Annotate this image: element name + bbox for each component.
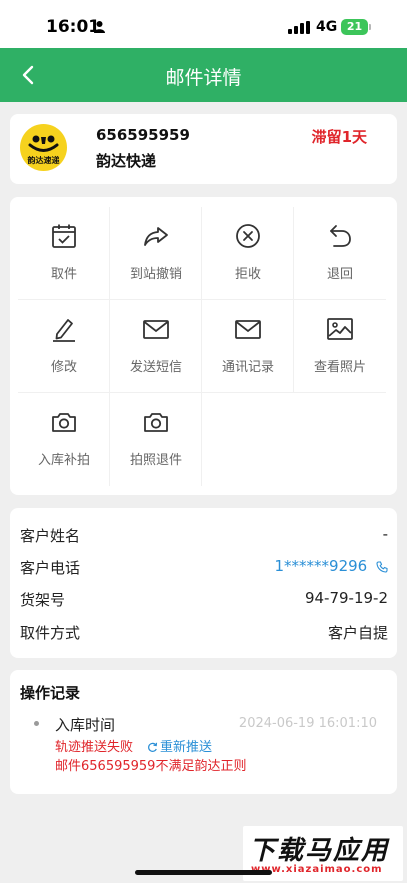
info-row-name: 客户姓名 - bbox=[20, 525, 388, 549]
signal-icon bbox=[288, 21, 310, 34]
customer-phone-value: 1******9296 bbox=[274, 557, 368, 575]
info-row-shelf: 货架号 94-79-19-2 bbox=[20, 589, 388, 613]
log-title: 操作记录 bbox=[20, 684, 81, 702]
push-failed-text: 轨迹推送失败 bbox=[55, 740, 134, 755]
camera-icon bbox=[144, 413, 168, 432]
log-event: 入库时间 bbox=[55, 716, 116, 734]
status-time: 16:01 bbox=[46, 17, 101, 37]
retry-push-label: 重新推送 bbox=[160, 740, 213, 755]
person-icon bbox=[94, 21, 105, 33]
info-row-pickup: 取件方式 客户自提 bbox=[20, 622, 388, 646]
customer-name-value: - bbox=[382, 525, 388, 543]
battery-tip bbox=[369, 24, 371, 30]
action-label: 拒收 bbox=[234, 267, 261, 282]
action-label: 取件 bbox=[50, 267, 77, 282]
status-bar: 16:01 4G 21 bbox=[0, 0, 407, 48]
battery-icon: 21 bbox=[341, 19, 368, 35]
pencil-icon bbox=[53, 319, 75, 342]
pickup-method-label: 取件方式 bbox=[20, 624, 81, 642]
parcel-card: 韵达速递 656595959 韵达快递 滞留1天 bbox=[10, 114, 397, 184]
info-row-phone: 客户电话 1******9296 bbox=[20, 557, 388, 581]
action-reject[interactable]: 拒收 bbox=[202, 207, 294, 300]
mail-icon bbox=[235, 320, 261, 339]
action-label: 入库补拍 bbox=[37, 453, 90, 468]
action-edit[interactable]: 修改 bbox=[18, 300, 110, 393]
courier-name: 韵达快递 bbox=[96, 152, 157, 170]
action-photo-return[interactable]: 拍照退件 bbox=[110, 393, 202, 486]
image-icon bbox=[327, 318, 353, 340]
phone-icon bbox=[376, 560, 388, 573]
shelf-label: 货架号 bbox=[20, 591, 66, 609]
rule-mismatch-text: 邮件656595959不满足韵达正则 bbox=[55, 759, 247, 774]
action-return[interactable]: 退回 bbox=[294, 207, 386, 300]
courier-logo: 韵达速递 bbox=[20, 124, 67, 171]
nav-bar: 邮件详情 bbox=[0, 48, 407, 102]
home-indicator[interactable] bbox=[135, 870, 272, 875]
action-revoke-arrival[interactable]: 到站撤销 bbox=[110, 207, 202, 300]
customer-phone-link[interactable]: 1******9296 bbox=[275, 557, 389, 575]
logo-text: 韵达速递 bbox=[27, 156, 60, 165]
retry-push-link[interactable]: 重新推送 bbox=[147, 736, 212, 755]
watermark-title: 下载马应用 bbox=[249, 836, 390, 866]
action-label: 查看照片 bbox=[313, 360, 366, 375]
refresh-icon bbox=[148, 742, 158, 752]
share-arrow-icon bbox=[144, 227, 168, 246]
stay-status-badge: 滞留1天 bbox=[311, 128, 367, 146]
mail-icon bbox=[143, 320, 169, 339]
page-title: 邮件详情 bbox=[165, 67, 242, 89]
checkbox-calendar-icon bbox=[52, 224, 76, 248]
tracking-number: 656595959 bbox=[96, 126, 190, 144]
x-circle-icon bbox=[236, 224, 260, 248]
action-label: 到站撤销 bbox=[129, 267, 182, 282]
action-label: 退回 bbox=[326, 267, 353, 282]
action-view-photos[interactable]: 查看照片 bbox=[294, 300, 386, 393]
action-label: 发送短信 bbox=[129, 360, 182, 375]
timeline-dot bbox=[34, 721, 39, 726]
log-timestamp: 2024-06-19 16:01:10 bbox=[238, 716, 377, 731]
actions-card: 取件 到站撤销 拒收 退回 修改 发送短信 通讯记录 查看照片 入库补拍 拍照退… bbox=[10, 197, 397, 495]
action-label: 修改 bbox=[50, 360, 77, 375]
operation-log-card: 操作记录 入库时间 2024-06-19 16:01:10 轨迹推送失败 重新推… bbox=[10, 670, 397, 794]
action-send-sms[interactable]: 发送短信 bbox=[110, 300, 202, 393]
action-contact-log[interactable]: 通讯记录 bbox=[202, 300, 294, 393]
customer-info-card: 客户姓名 - 客户电话 1******9296 货架号 94-79-19-2 取… bbox=[10, 508, 397, 658]
camera-icon bbox=[52, 413, 76, 432]
action-label: 拍照退件 bbox=[129, 453, 182, 468]
customer-name-label: 客户姓名 bbox=[20, 527, 81, 545]
shelf-value: 94-79-19-2 bbox=[304, 589, 388, 607]
customer-phone-label: 客户电话 bbox=[20, 559, 81, 577]
network-label: 4G bbox=[316, 19, 338, 35]
action-restock-photo[interactable]: 入库补拍 bbox=[18, 393, 110, 486]
action-label: 通讯记录 bbox=[221, 360, 274, 375]
pickup-method-value: 客户自提 bbox=[327, 624, 388, 642]
undo-icon bbox=[330, 225, 351, 247]
action-pickup[interactable]: 取件 bbox=[18, 207, 110, 300]
